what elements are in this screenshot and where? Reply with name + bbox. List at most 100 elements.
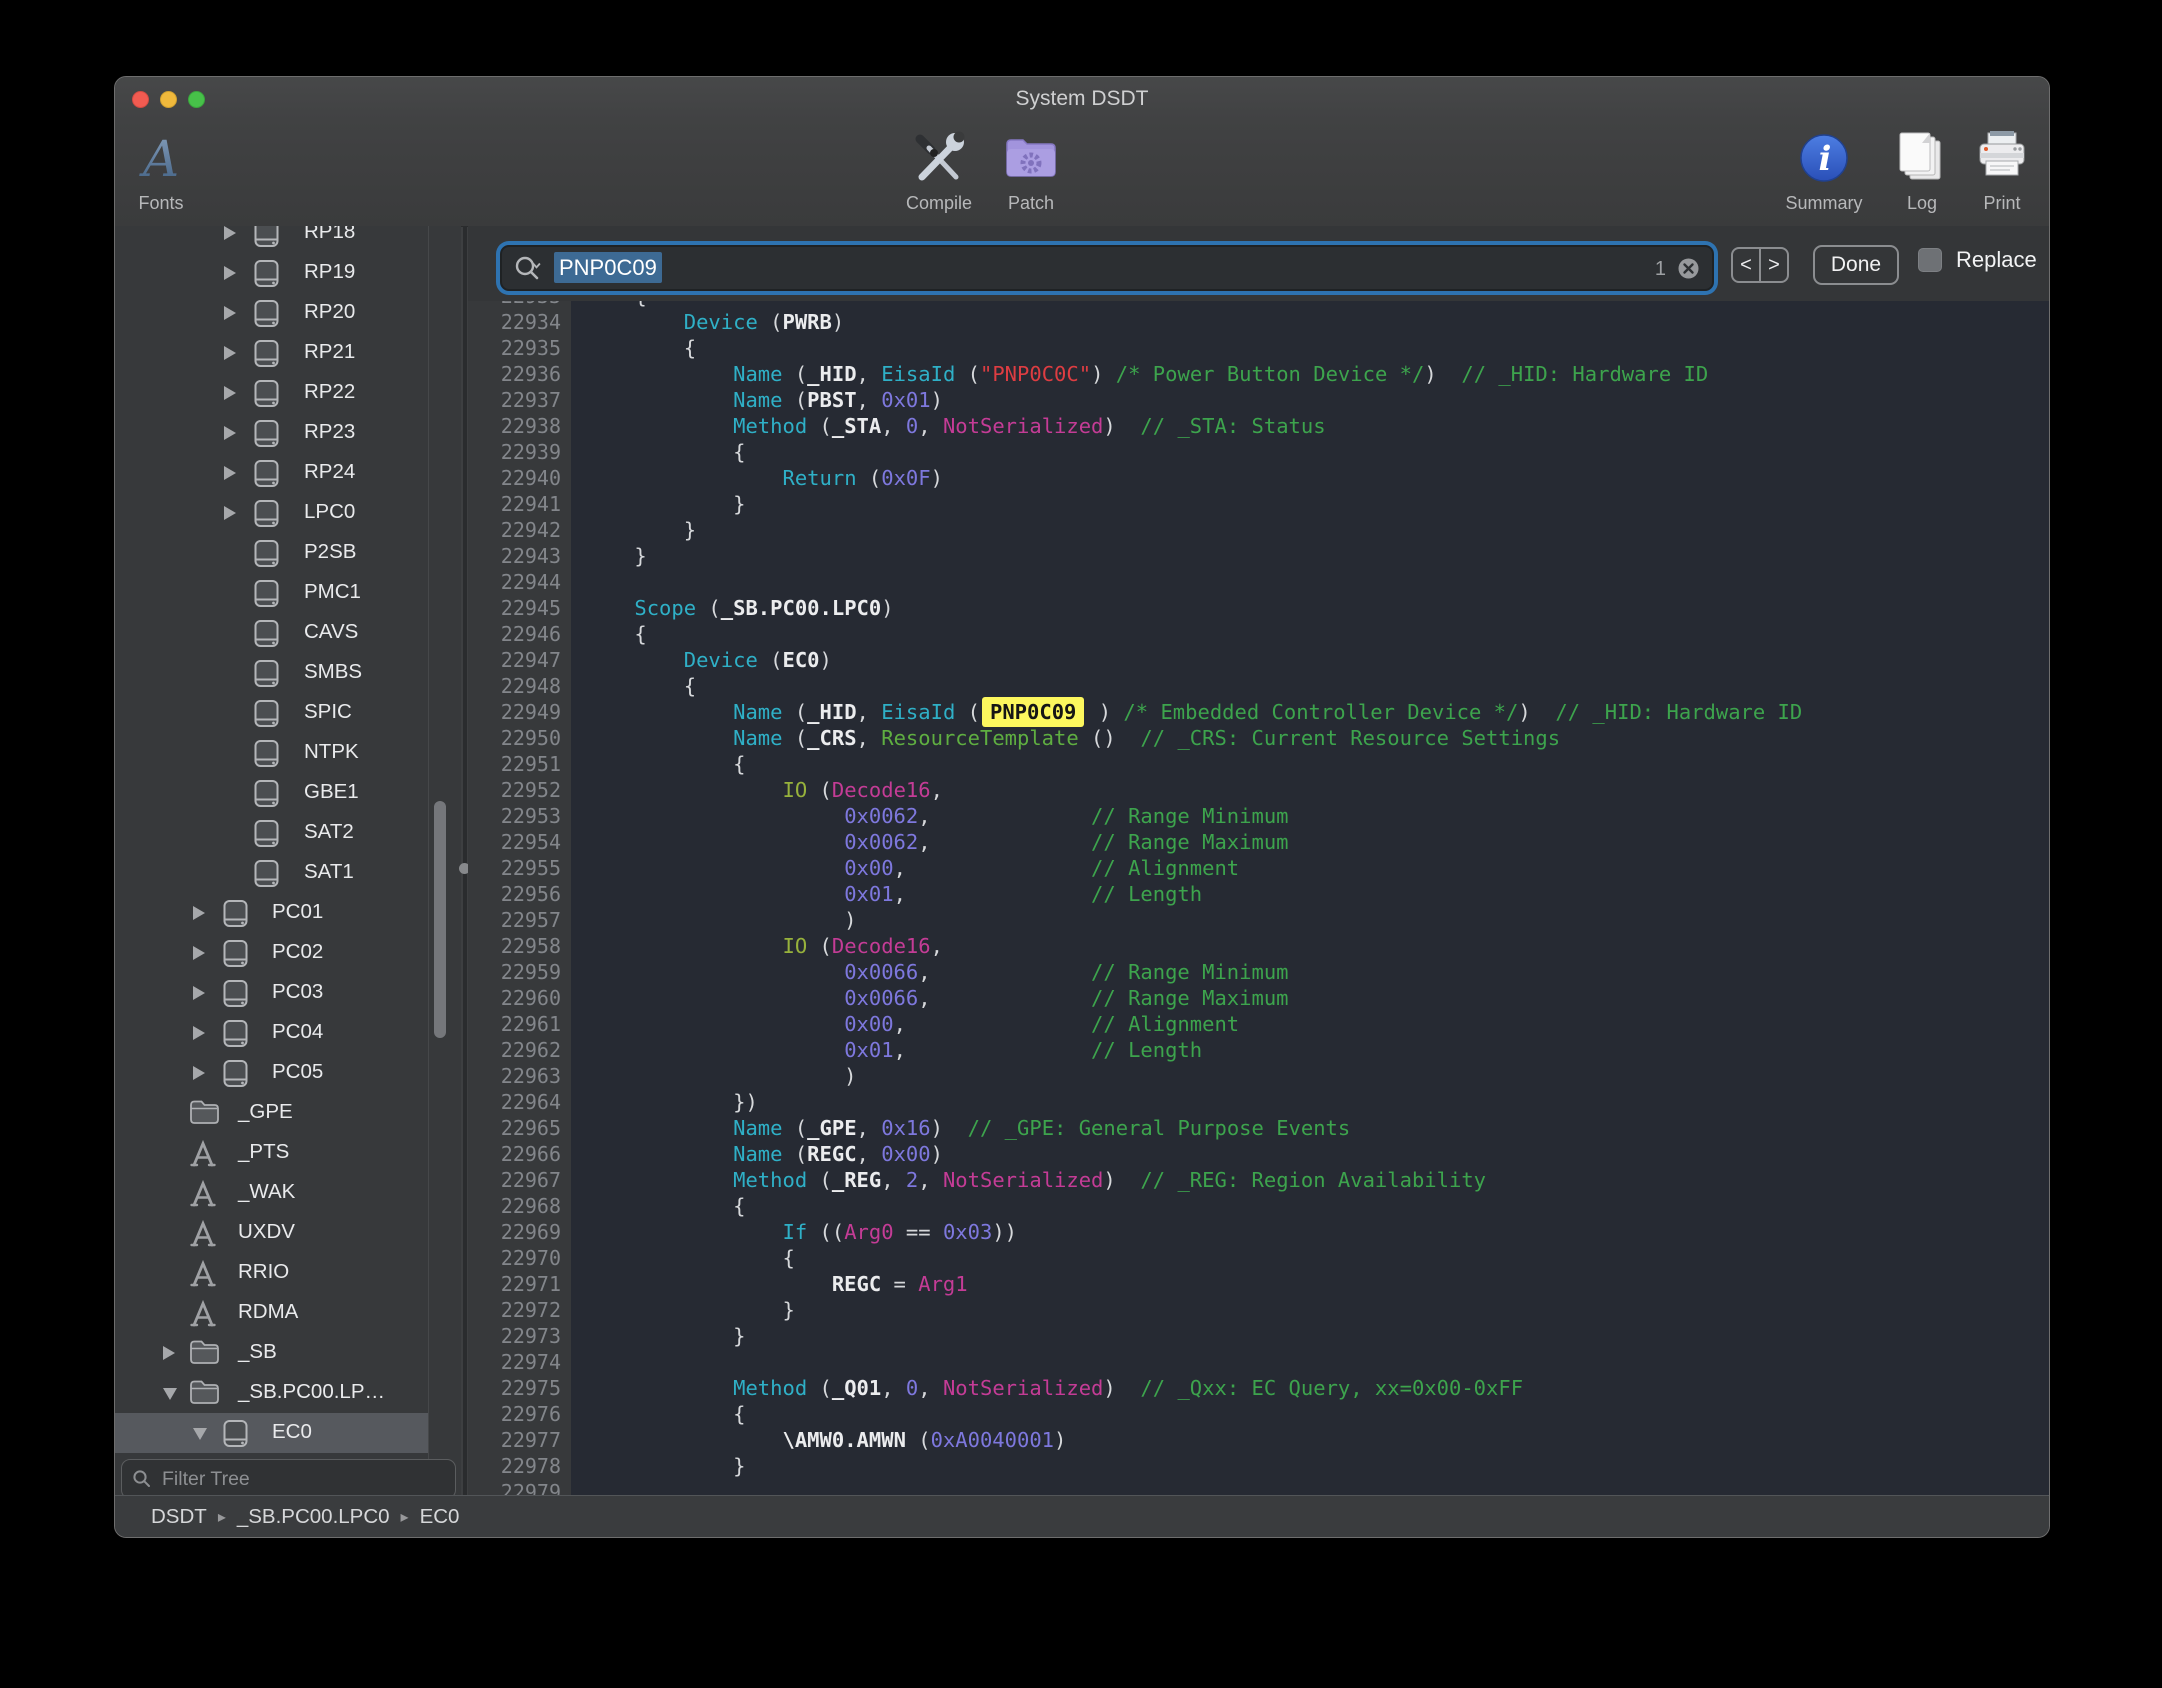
chevron-right-icon[interactable] (224, 506, 236, 520)
line-number: 22935 (468, 335, 571, 361)
folder-icon (189, 1339, 219, 1369)
chevron-right-icon[interactable] (224, 426, 236, 440)
tree-item-PC03[interactable]: PC03 (115, 973, 428, 1013)
line-number: 22961 (468, 1011, 571, 1037)
chevron-right-icon[interactable] (193, 1066, 205, 1080)
device-icon (222, 899, 252, 929)
chevron-right-icon[interactable] (163, 1346, 175, 1360)
tree-item-SPIC[interactable]: SPIC (115, 693, 428, 733)
tree-item-_GPE[interactable]: _GPE (115, 1093, 428, 1133)
code-line: 22959 0x0066, // Range Minimum (468, 959, 2049, 985)
replace-checkbox[interactable] (1918, 248, 1942, 272)
chevron-right-icon[interactable] (193, 1026, 205, 1040)
line-number: 22944 (468, 569, 571, 595)
tree-item-label: _WAK (238, 1180, 295, 1204)
chevron-right-icon[interactable] (193, 906, 205, 920)
line-number: 22933 (468, 301, 571, 309)
toolbar-print-button[interactable]: Print (1942, 125, 2050, 214)
device-icon (253, 299, 283, 329)
chevron-right-icon[interactable] (224, 306, 236, 320)
tree-item-RP22[interactable]: RP22 (115, 373, 428, 413)
search-menu-icon[interactable] (514, 255, 548, 281)
device-icon (253, 619, 283, 649)
line-number: 22938 (468, 413, 571, 439)
tree-item-LPC0[interactable]: LPC0 (115, 493, 428, 533)
line-number: 22979 (468, 1479, 571, 1496)
tree-item-RDMA[interactable]: RDMA (115, 1293, 428, 1333)
done-button[interactable]: Done (1813, 245, 1899, 285)
code-line: 22938 Method (_STA, 0, NotSerialized) //… (468, 413, 2049, 439)
tree-edge-divider (428, 226, 429, 1496)
tree-item-RP23[interactable]: RP23 (115, 413, 428, 453)
chevron-right-icon[interactable] (224, 266, 236, 280)
find-next-button[interactable]: > (1761, 249, 1787, 281)
tree-item-_SB[interactable]: _SB (115, 1333, 428, 1373)
tree-item-RP24[interactable]: RP24 (115, 453, 428, 493)
chevron-right-icon[interactable] (224, 466, 236, 480)
breadcrumb-item[interactable]: DSDT (151, 1505, 207, 1529)
tree-item-label: PC04 (272, 1020, 323, 1044)
patch-icon (971, 125, 1091, 191)
tree-item-PC04[interactable]: PC04 (115, 1013, 428, 1053)
tree-item-NTPK[interactable]: NTPK (115, 733, 428, 773)
code-line: 22958 IO (Decode16, (468, 933, 2049, 959)
chevron-right-icon[interactable] (193, 946, 205, 960)
chevron-right-icon[interactable] (224, 346, 236, 360)
toolbar-fonts-button[interactable]: A Fonts (114, 125, 221, 214)
tree-item-RRIO[interactable]: RRIO (115, 1253, 428, 1293)
tree-item-_WAK[interactable]: _WAK (115, 1173, 428, 1213)
status-bar: DSDT▸_SB.PC00.LPC0▸EC0 (115, 1495, 2049, 1537)
clear-search-icon[interactable] (1677, 257, 1700, 280)
tree-item-EC0[interactable]: EC0 (115, 1413, 428, 1453)
code-line: 22949 Name (_HID, EisaId (PNP0C09 ) /* E… (468, 699, 2049, 725)
tree-item-PC02[interactable]: PC02 (115, 933, 428, 973)
search-highlight: PNP0C09 (982, 697, 1084, 727)
device-icon (253, 539, 283, 569)
tree-item-_PTS[interactable]: _PTS (115, 1133, 428, 1173)
fonts-icon: A (114, 125, 221, 191)
tree-item-SAT2[interactable]: SAT2 (115, 813, 428, 853)
method-icon (189, 1259, 219, 1289)
line-number: 22969 (468, 1219, 571, 1245)
tree-item-P2SB[interactable]: P2SB (115, 533, 428, 573)
device-icon (253, 379, 283, 409)
breadcrumb-item[interactable]: EC0 (420, 1505, 460, 1529)
chevron-down-icon[interactable] (163, 1388, 177, 1400)
tree-item-RP19[interactable]: RP19 (115, 253, 428, 293)
code-line: 22946 { (468, 621, 2049, 647)
tree-item-RP18[interactable]: RP18 (115, 226, 428, 253)
code-editor[interactable]: 22933 {22934 Device (PWRB)22935 {22936 N… (468, 301, 2049, 1496)
tree-item-_SBPC00LP[interactable]: _SB.PC00.LP… (115, 1373, 428, 1413)
tree-item-UXDV[interactable]: UXDV (115, 1213, 428, 1253)
code-line: 22960 0x0066, // Range Maximum (468, 985, 2049, 1011)
tree-item-GBE1[interactable]: GBE1 (115, 773, 428, 813)
line-number: 22950 (468, 725, 571, 751)
code-line: 22953 0x0062, // Range Minimum (468, 803, 2049, 829)
tree-item-CAVS[interactable]: CAVS (115, 613, 428, 653)
tree-item-RP20[interactable]: RP20 (115, 293, 428, 333)
line-number: 22976 (468, 1401, 571, 1427)
breadcrumb-item[interactable]: _SB.PC00.LPC0 (237, 1505, 390, 1529)
search-input[interactable]: PNP0C09 1 (500, 245, 1714, 291)
chevron-right-icon[interactable] (224, 226, 236, 240)
code-line: 22966 Name (REGC, 0x00) (468, 1141, 2049, 1167)
chevron-right-icon[interactable] (224, 386, 236, 400)
tree-item-PMC1[interactable]: PMC1 (115, 573, 428, 613)
code-line: 22944 (468, 569, 2049, 595)
filter-tree-input[interactable] (160, 1467, 434, 1492)
sidebar-scrollbar-thumb[interactable] (434, 801, 446, 1038)
chevron-right-icon[interactable] (193, 986, 205, 1000)
tree-item-RP21[interactable]: RP21 (115, 333, 428, 373)
tree-item-SAT1[interactable]: SAT1 (115, 853, 428, 893)
line-number: 22973 (468, 1323, 571, 1349)
toolbar-patch-button[interactable]: Patch (971, 125, 1091, 214)
svg-text:A: A (139, 130, 179, 186)
tree-item-PC05[interactable]: PC05 (115, 1053, 428, 1093)
tree-item-SMBS[interactable]: SMBS (115, 653, 428, 693)
chevron-down-icon[interactable] (193, 1428, 207, 1440)
tree-item-label: RP18 (304, 226, 355, 244)
pane-divider[interactable] (463, 226, 467, 1496)
find-previous-button[interactable]: < (1733, 249, 1761, 281)
tree-item-PC01[interactable]: PC01 (115, 893, 428, 933)
device-icon (253, 459, 283, 489)
